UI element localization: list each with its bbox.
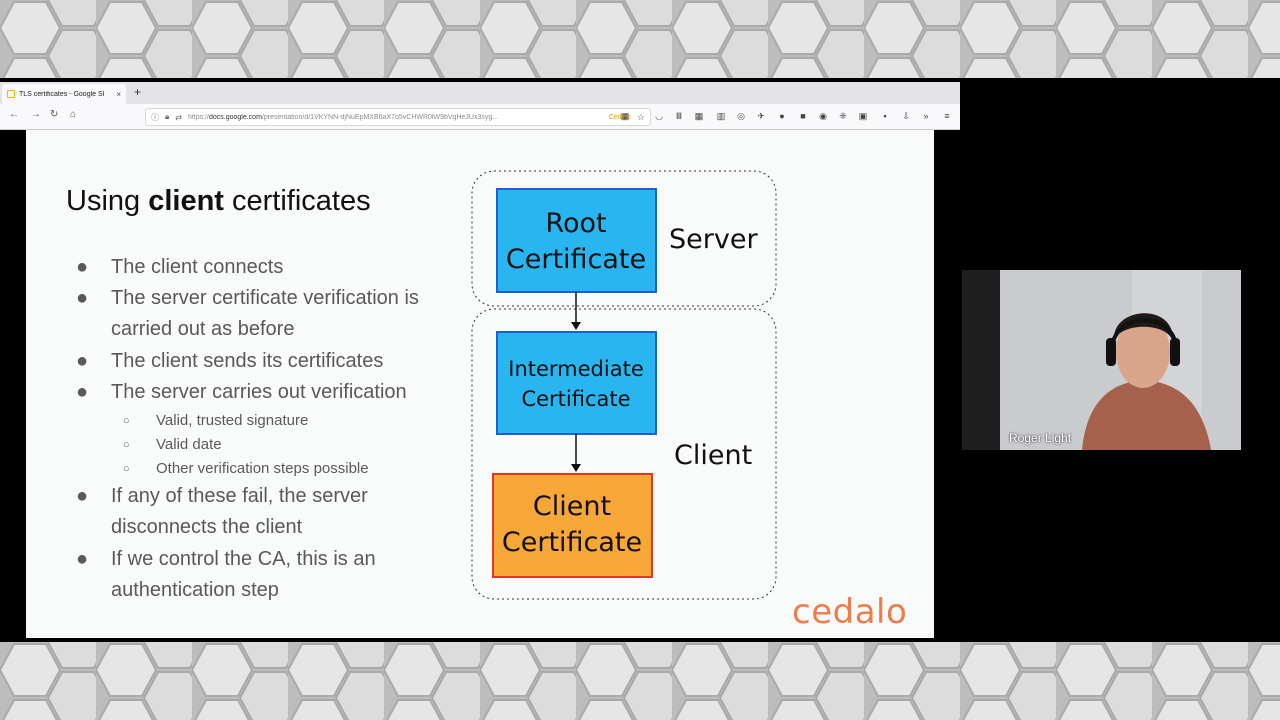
arrowhead-icon [571,322,581,330]
slides-favicon-icon [7,90,15,98]
cedalo-logo: cedalo [792,592,908,632]
forward-arrow-icon[interactable]: → [31,109,41,120]
hexagon-background-bottom [0,642,1280,720]
pocket-icon[interactable]: ◡ [654,111,664,121]
info-icon[interactable]: ⓘ [151,112,159,123]
presentation-slide: Using client certificates ● The client c… [26,130,934,638]
arrowhead-icon [571,464,581,472]
reload-icon[interactable]: ↻ [50,109,58,120]
block-extension-icon[interactable]: ■ [798,111,808,121]
dashed-extension-icon[interactable]: ⁜ [838,111,848,121]
url-text[interactable]: https://docs.google.com/presentation/d/1… [188,114,605,121]
globe-icon[interactable]: ◎ [736,111,746,121]
new-tab-button[interactable]: + [134,85,141,99]
permissions-icon[interactable]: ⇄ [175,113,182,122]
navigation-bar: ← → ↻ ⌂ ⓘ 🔒︎ ⇄ https://docs.google.com/p… [0,104,960,130]
client-certificate-line2: Certificate [502,527,642,558]
browser-window: TLS certificates - Google Sl × + ← → ↻ ⌂… [0,82,960,130]
home-icon[interactable]: ⌂ [70,109,76,120]
address-bar[interactable]: ⓘ 🔒︎ ⇄ https://docs.google.com/presentat… [145,108,651,126]
presenter-webcam [962,270,1241,450]
green-extension-icon[interactable]: ◉ [818,111,828,121]
root-certificate-box: Root Certificate [496,188,657,293]
presenter-name-label: Roger Light [1009,431,1072,445]
client-certificate-box: Client Certificate [492,473,653,578]
tab-title: TLS certificates - Google Sl [19,90,105,98]
lock-icon: 🔒︎ [165,112,170,121]
extension-grid-icon[interactable]: ▦ [694,111,704,121]
download-extension-icon[interactable]: ⇩ [901,111,911,121]
bookmark-star-icon[interactable]: ☆ [637,112,645,123]
back-arrow-icon[interactable]: ← [9,109,19,120]
hexagon-background-top [0,0,1280,78]
tab-bar: TLS certificates - Google Sl × + [0,82,960,104]
browser-tab[interactable]: TLS certificates - Google Sl × [2,84,126,104]
bird-icon[interactable]: ✈ [756,111,766,121]
root-certificate-line2: Certificate [506,244,646,275]
overflow-chevron-icon[interactable]: » [921,111,931,121]
client-certificate-line1: Client [533,491,611,522]
certificate-chain-diagram: Root Certificate Intermediate Certificat… [471,170,777,600]
record-icon[interactable]: ● [777,111,787,121]
green-square-extension-icon[interactable]: ▪ [880,111,890,121]
hamburger-menu-icon[interactable]: ≡ [942,111,952,121]
server-group-label: Server [669,224,758,255]
root-certificate-line1: Root [545,208,606,239]
library-icon[interactable]: Ⅲ [674,111,684,121]
intermediate-certificate-line2: Certificate [521,387,630,411]
intermediate-certificate-box: Intermediate Certificate [496,331,657,435]
tab-close-icon[interactable]: × [116,90,121,99]
intermediate-certificate-line1: Intermediate [508,357,644,381]
grid-extension-icon[interactable]: ▦ [620,111,630,121]
slideshow-extension-icon[interactable]: ▣ [858,111,868,121]
client-group-label: Client [674,440,752,471]
columns-icon[interactable]: ▥ [716,111,726,121]
